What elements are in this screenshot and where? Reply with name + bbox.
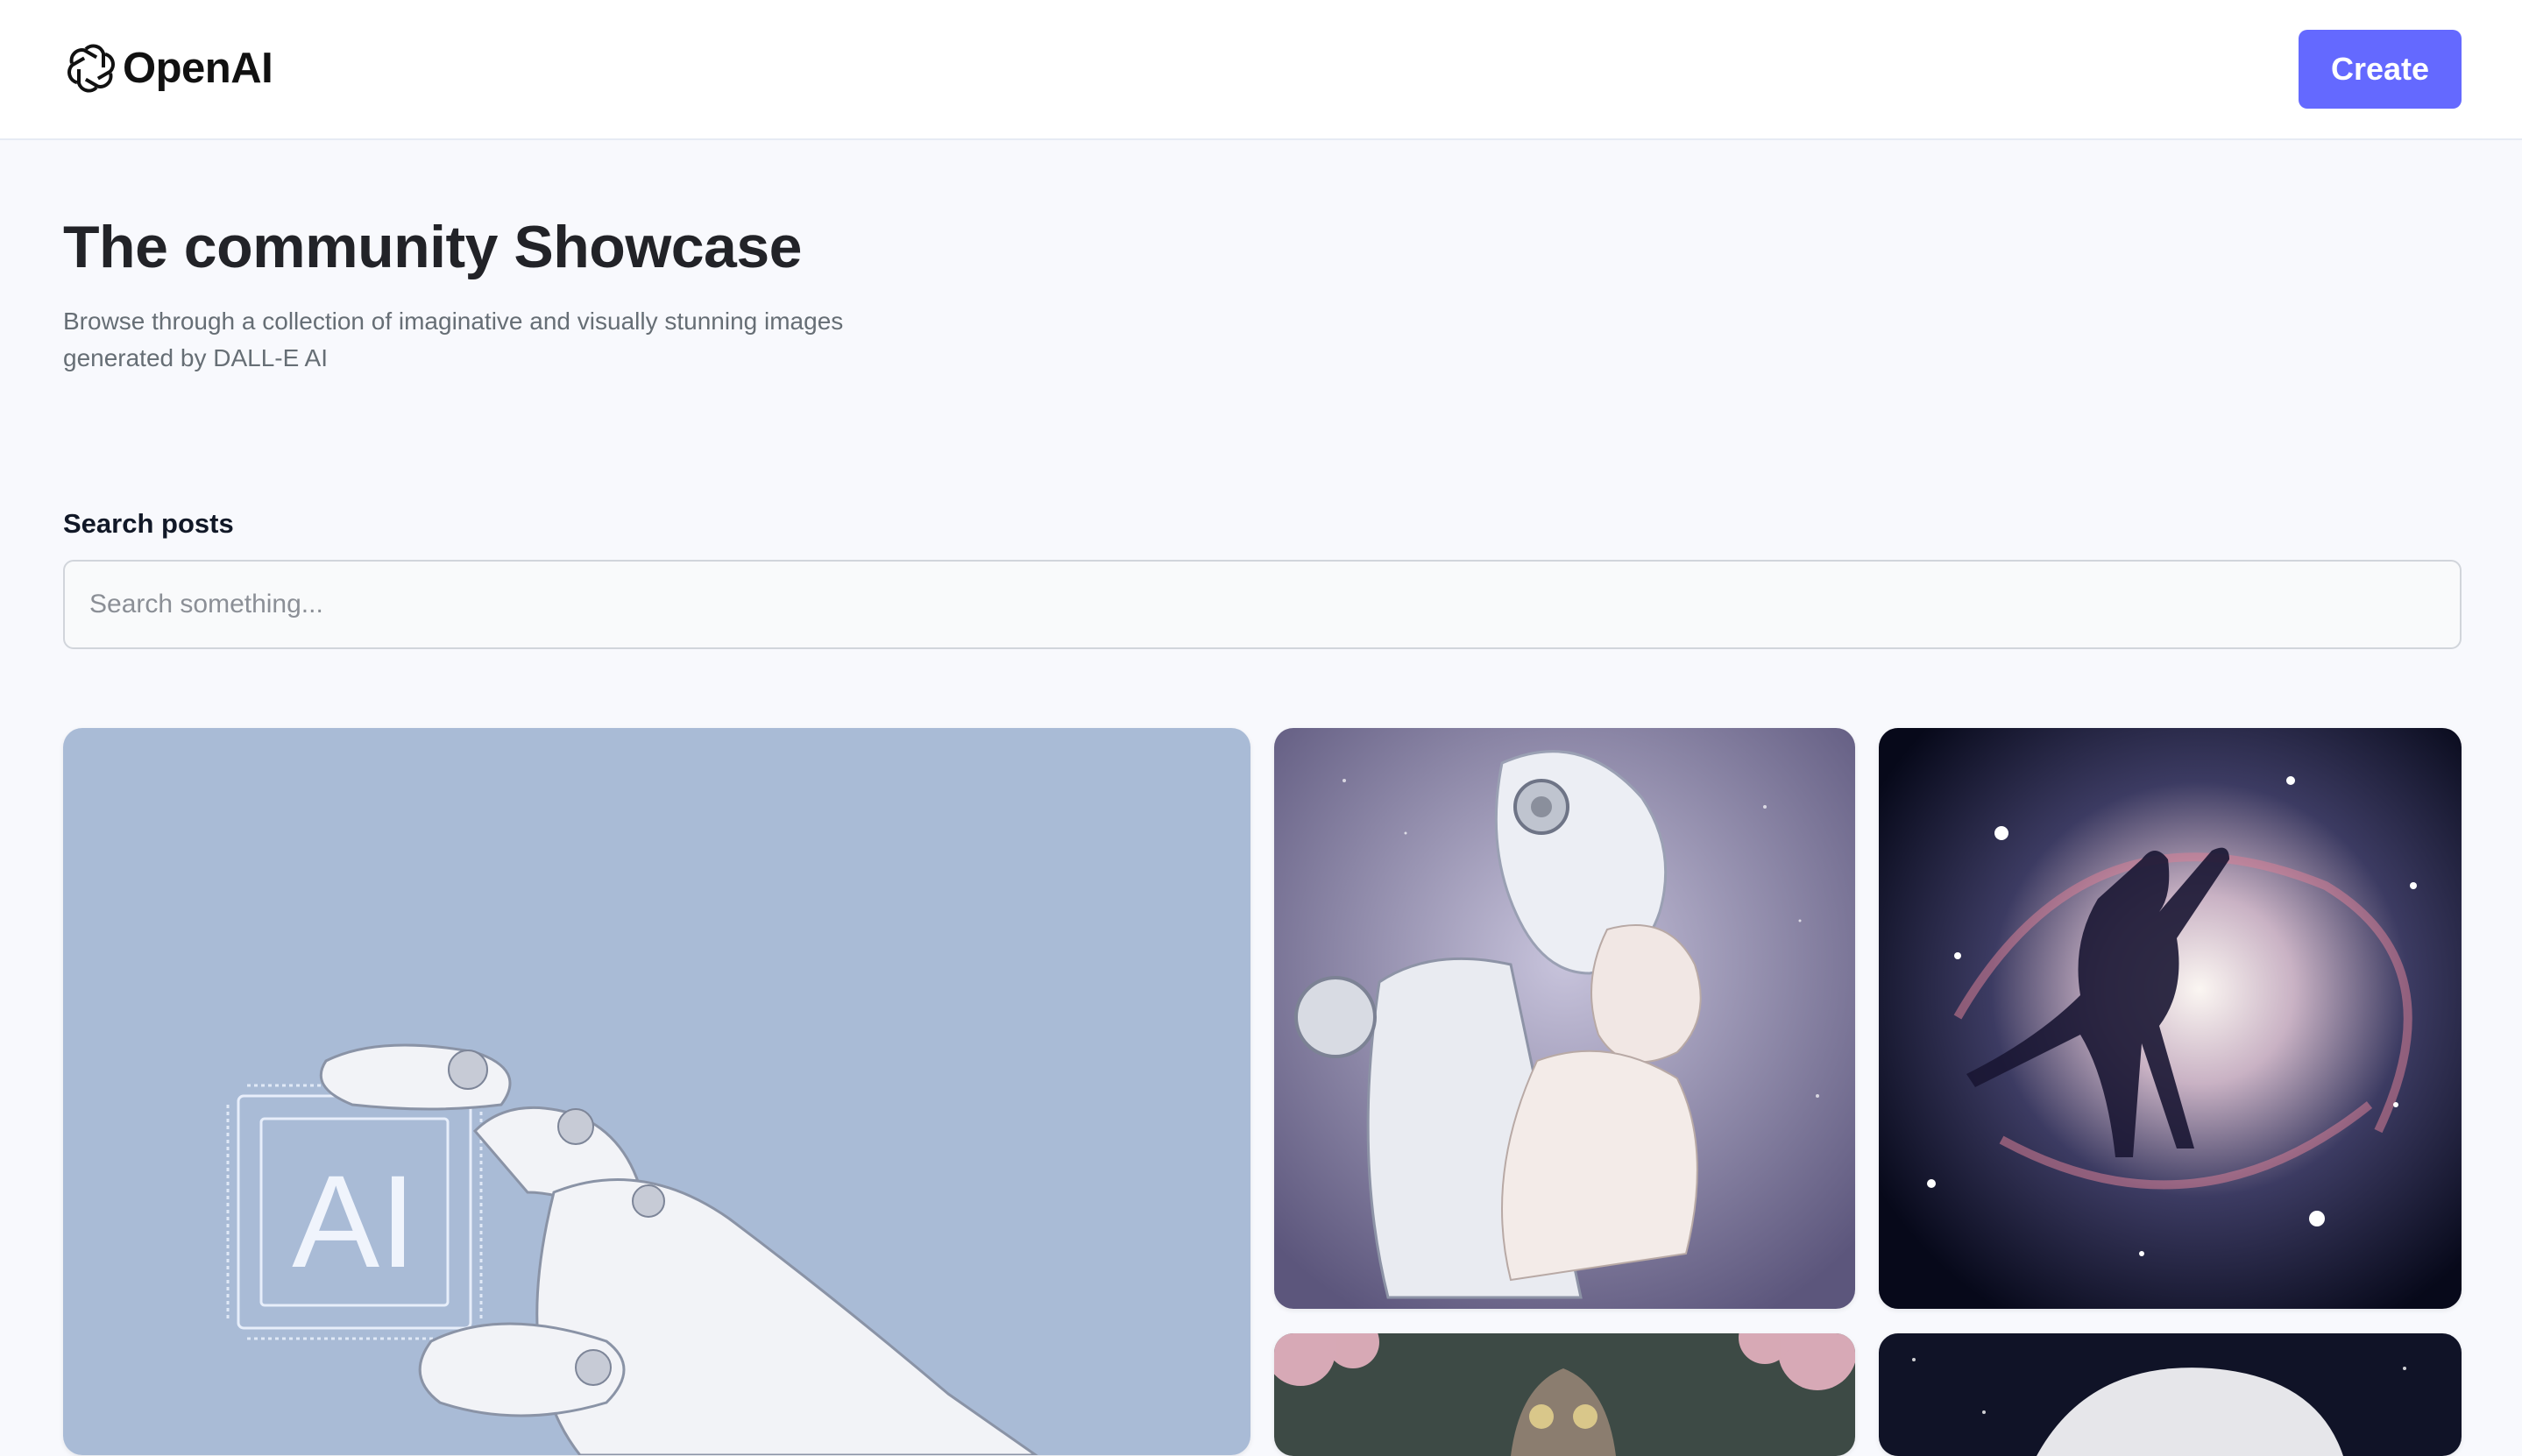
ai-hand-image: AI — [63, 728, 1250, 1455]
page-title: The community Showcase — [63, 214, 802, 280]
openai-logo-icon — [63, 40, 119, 96]
search-label: Search posts — [63, 508, 234, 539]
galaxy-dancers-image — [1879, 728, 2462, 1309]
robot-mother-image — [1274, 728, 1855, 1309]
top-navbar: OpenAI Create — [0, 0, 2522, 140]
openai-logo-link[interactable]: OpenAI — [63, 40, 273, 96]
gallery-card-owl-blossoms[interactable] — [1274, 1333, 1855, 1456]
owl-blossoms-image — [1274, 1333, 1855, 1456]
gallery-card-robot-mother[interactable] — [1274, 728, 1855, 1309]
gallery-card-space-animal[interactable] — [1879, 1333, 2462, 1456]
search-input[interactable] — [63, 560, 2462, 649]
logo-text: OpenAI — [123, 45, 273, 92]
space-animal-image — [1879, 1333, 2462, 1456]
page-subtitle: Browse through a collection of imaginati… — [63, 307, 844, 371]
create-button[interactable]: Create — [2299, 30, 2462, 109]
gallery-card-ai-hand[interactable]: AI — [63, 728, 1250, 1455]
ai-chip-text: AI — [292, 1148, 416, 1295]
gallery-card-galaxy-dancers[interactable] — [1879, 728, 2462, 1309]
